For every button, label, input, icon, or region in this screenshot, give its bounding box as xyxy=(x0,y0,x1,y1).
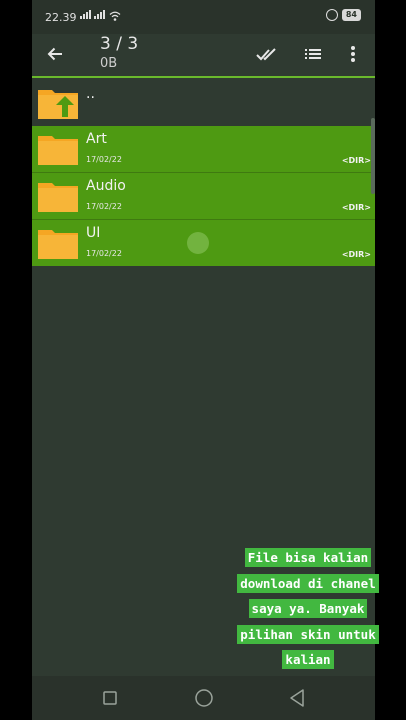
dir-tag: <DIR> xyxy=(341,156,371,165)
folder-name: Art xyxy=(86,131,107,147)
caption-line: pilihan skin untuk xyxy=(237,624,379,644)
recents-square-icon[interactable] xyxy=(102,690,118,706)
folder-up-icon xyxy=(38,90,78,119)
folder-name: UI xyxy=(86,225,101,241)
home-circle-icon[interactable] xyxy=(194,688,214,708)
caption-line: download di chanel xyxy=(237,573,379,593)
folder-icon xyxy=(38,136,78,165)
battery-indicator: 84 xyxy=(341,9,361,21)
toolbar-underline xyxy=(32,76,375,78)
more-options-icon[interactable] xyxy=(342,43,364,65)
sync-icon xyxy=(325,9,338,21)
scrollbar[interactable] xyxy=(371,118,375,194)
folder-date: 17/02/22 xyxy=(86,155,122,164)
selection-count: 3 / 3 xyxy=(100,34,139,54)
dir-tag: <DIR> xyxy=(341,203,371,212)
navigation-bar xyxy=(32,676,375,720)
folder-date: 17/02/22 xyxy=(86,202,122,211)
wifi-icon xyxy=(109,11,121,21)
folder-icon xyxy=(38,230,78,259)
folder-date: 17/02/22 xyxy=(86,249,122,258)
toolbar: 3 / 3 0B xyxy=(32,34,375,76)
caption-line: kalian xyxy=(282,650,334,669)
parent-directory-label: .. xyxy=(86,86,95,102)
caption-line: saya ya. Banyak xyxy=(248,599,368,618)
list-item[interactable]: Audio 17/02/22 <DIR> xyxy=(32,173,375,219)
caption-line: File bisa kalian xyxy=(244,548,372,567)
caption-overlay: File bisa kalian download di chanel saya… xyxy=(230,545,386,673)
list-menu-icon[interactable] xyxy=(302,43,324,65)
select-all-icon[interactable] xyxy=(255,43,277,65)
selection-size: 0B xyxy=(100,56,118,71)
touch-indicator xyxy=(187,232,209,254)
parent-directory-row[interactable]: .. xyxy=(32,80,375,124)
dir-tag: <DIR> xyxy=(341,250,371,259)
status-bar: 22.39 84 xyxy=(32,0,375,34)
folder-name: Audio xyxy=(86,178,126,194)
status-time: 22.39 xyxy=(45,11,77,24)
list-item[interactable]: Art 17/02/22 <DIR> xyxy=(32,126,375,172)
folder-icon xyxy=(38,183,78,212)
signal-icon xyxy=(80,10,105,19)
back-triangle-icon[interactable] xyxy=(288,688,306,708)
back-arrow-icon[interactable] xyxy=(45,44,65,64)
